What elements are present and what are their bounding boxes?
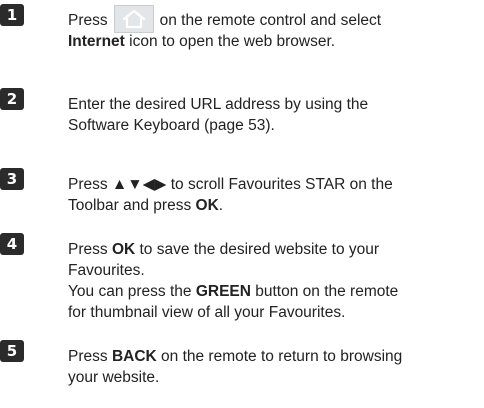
step-2-line-1: Enter the desired URL address by using t… xyxy=(68,96,369,113)
step-text: Press OK to save the desired website to … xyxy=(68,239,478,323)
step-4-line-3-pre: You can press the xyxy=(68,283,196,300)
step-5-line-1-pre: Press xyxy=(68,348,112,365)
step-1-line-2-rest: icon to open the web browser. xyxy=(124,33,336,50)
step-text: Press BACK on the remote to return to br… xyxy=(68,346,478,388)
step-4-line-2: Favourites. xyxy=(68,262,145,279)
ok-label: OK xyxy=(195,197,219,214)
step-3-line-1: Press ▲▼◀▶ to scroll Favourites STAR on … xyxy=(68,176,393,193)
step-number-badge: 4 xyxy=(0,233,24,255)
step-4-line-1-pre: Press xyxy=(68,241,112,258)
step-1-line-1-post: on the remote control and select xyxy=(159,12,382,29)
step-number-badge: 3 xyxy=(0,168,24,190)
step-3-line-2-pre: Toolbar and press xyxy=(68,197,196,214)
back-label: BACK xyxy=(111,348,157,365)
green-label: GREEN xyxy=(195,283,251,300)
home-icon xyxy=(113,4,154,33)
ok-label: OK xyxy=(111,241,136,258)
step-number-badge: 1 xyxy=(0,4,24,26)
step-number-badge: 2 xyxy=(0,88,24,110)
step-1-line-1-pre: Press xyxy=(68,12,108,29)
step-text: Press on the remote control and select In… xyxy=(68,4,478,52)
instruction-page: 1 Press on the remote control and select … xyxy=(0,0,484,408)
step-4-line-3-post: button on the remote xyxy=(250,283,399,300)
internet-label: Internet xyxy=(68,33,125,50)
step-5-line-2: your website. xyxy=(68,369,160,386)
step-5-line-1-post: on the remote to return to browsing xyxy=(156,348,403,365)
step-4-line-1-post: to save the desired website to your xyxy=(135,241,380,258)
step-text: Press ▲▼◀▶ to scroll Favourites STAR on … xyxy=(68,174,478,216)
step-4-line-4: for thumbnail view of all your Favourite… xyxy=(68,304,346,321)
step-number-badge: 5 xyxy=(0,340,24,362)
step-2-line-2: Software Keyboard (page 53). xyxy=(68,117,275,134)
step-text: Enter the desired URL address by using t… xyxy=(68,94,478,136)
step-3-line-2-post: . xyxy=(218,197,224,214)
